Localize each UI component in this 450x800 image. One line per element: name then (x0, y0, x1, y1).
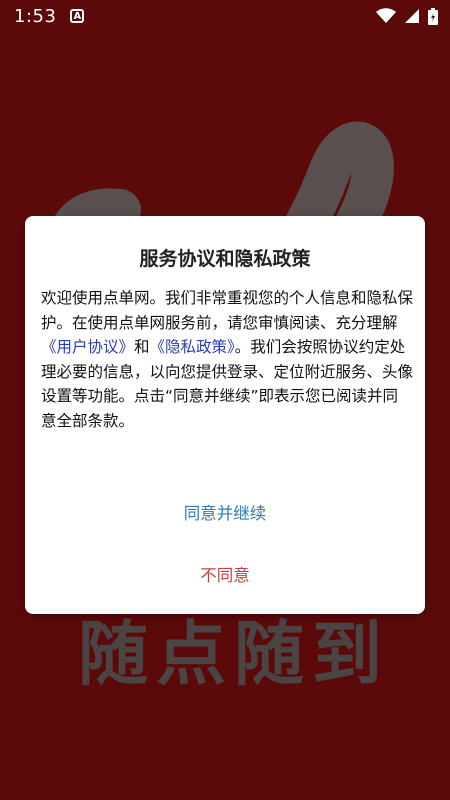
disagree-button[interactable]: 不同意 (25, 554, 425, 594)
dialog-title: 服务协议和隐私政策 (139, 248, 311, 270)
status-icons (376, 7, 438, 25)
agree-continue-button[interactable]: 同意并继续 (25, 492, 425, 532)
status-time: 1:53 (14, 5, 57, 27)
privacy-policy-link[interactable]: 《隐私政策》 (150, 338, 235, 356)
body-text-and: 和 (134, 338, 150, 356)
wifi-icon (376, 8, 396, 23)
app-screen: 随点随到 1:53 A 服务协议和隐私政策 欢迎使用点单网。我们非常重视您的个人… (0, 0, 450, 800)
dialog-body: 欢迎使用点单网。我们非常重视您的个人信息和隐私保护。在使用点单网服务前，请您审慎… (41, 286, 413, 433)
battery-icon (428, 7, 438, 25)
a-badge-icon: A (70, 9, 85, 23)
user-agreement-link[interactable]: 《用户协议》 (41, 338, 134, 356)
signal-icon (405, 9, 419, 23)
privacy-consent-dialog: 服务协议和隐私政策 欢迎使用点单网。我们非常重视您的个人信息和隐私保护。在使用点… (25, 216, 425, 614)
status-bar: 1:53 A (0, 0, 450, 32)
body-text-part1: 欢迎使用点单网。我们非常重视您的个人信息和隐私保护。在使用点单网服务前，请您审慎… (41, 289, 414, 332)
